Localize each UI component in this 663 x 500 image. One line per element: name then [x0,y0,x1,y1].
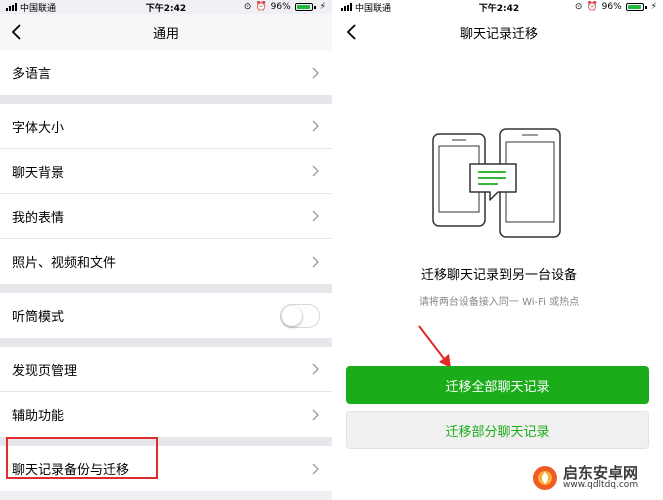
settings-row-chat-backup-migrate[interactable]: 聊天记录备份与迁移 [0,446,332,491]
settings-row-accessibility[interactable]: 辅助功能 [0,392,332,437]
page-title: 聊天记录迁移 [459,26,538,42]
settings-row-chat-background[interactable]: 聊天背景 [0,149,332,194]
watermark-url: www.qdltdq.com [563,480,639,491]
settings-group-discover: 发现页管理 辅助功能 [0,347,332,437]
signal-icon [6,3,17,11]
row-label: 字体大小 [12,120,65,136]
nav-bar: 通用 [0,14,332,50]
row-label: 发现页管理 [12,363,78,379]
page-title: 通用 [152,26,179,42]
phones-transfer-icon [432,128,561,238]
settings-row-my-stickers[interactable]: 我的表情 [0,194,332,239]
battery-icon [625,3,647,11]
row-label: 辅助功能 [12,409,65,424]
status-left: 中国联通 [341,1,451,14]
chevron-right-icon [312,409,319,420]
settings-row-language[interactable]: 多语言 [0,50,332,95]
chevron-right-icon [312,165,319,177]
row-label: 多语言 [12,67,52,82]
row-label: 我的表情 [12,210,65,226]
row-label: 聊天背景 [12,165,65,181]
status-time: 下午2:42 [145,3,187,14]
battery-icon [294,3,316,11]
group-gap [0,284,332,293]
settings-group-chat-backup: 聊天记录备份与迁移 [0,446,332,491]
migrate-subtitle: 请将两台设备接入同一 Wi-Fi 或热点 [418,297,580,308]
watermark-text: 启东安卓网 www.qdltdq.com [563,465,638,491]
status-time: 下午2:42 [478,3,520,14]
status-left: 中国联通 [6,1,116,14]
status-right: ⊙ ⏰ 96% ⚡ [547,2,657,12]
status-right: ⊙ ⏰ 96% ⚡ [216,2,326,12]
migrate-all-button[interactable]: 迁移全部聊天记录 [346,366,649,404]
chevron-right-icon [312,463,319,474]
status-bar: 中国联通 下午2:42 ⊙ ⏰ 96% ⚡ [335,0,663,14]
toggle-knob [282,305,302,326]
chevron-right-icon [312,210,319,222]
pointer-arrow-icon [418,325,451,368]
migrate-partial-button[interactable]: 迁移部分聊天记录 [346,411,649,449]
settings-group-display: 字体大小 聊天背景 我的表情 照片、视频和文件 [0,104,332,284]
group-gap [0,338,332,347]
settings-row-media-files[interactable]: 照片、视频和文件 [0,239,332,284]
settings-row-discover-management[interactable]: 发现页管理 [0,347,332,392]
row-label: 听筒模式 [12,310,65,325]
charging-icon: ⚡ [319,2,326,12]
row-label: 聊天记录备份与迁移 [12,463,130,478]
alarm-icon: ⏰ [255,2,267,12]
carrier-label: 中国联通 [20,3,57,14]
chevron-right-icon [312,256,319,267]
earpiece-mode-toggle[interactable] [280,303,320,328]
migrate-heading: 迁移聊天记录到另一台设备 [420,268,577,283]
watermark-name: 启东安卓网 [563,463,639,482]
battery-percent: 96% [601,2,622,12]
general-settings-screen: 中国联通 下午2:42 ⊙ ⏰ 96% ⚡ 通用 多语言 字体大小 聊天背景 我… [0,0,332,500]
group-gap [0,437,332,446]
watermark: 启东安卓网 www.qdltdq.com [531,456,663,500]
orientation-lock-icon: ⊙ [243,2,252,12]
chevron-right-icon [312,363,319,375]
settings-row-font-size[interactable]: 字体大小 [0,104,332,149]
chevron-right-icon [312,120,319,132]
chevron-right-icon [312,67,319,78]
settings-group-language: 多语言 [0,50,332,95]
back-icon[interactable] [345,23,361,41]
back-icon[interactable] [10,23,26,41]
settings-group-earpiece: 听筒模式 [0,293,332,338]
row-label: 照片、视频和文件 [12,256,117,271]
carrier-label: 中国联通 [355,3,392,14]
orientation-lock-icon: ⊙ [574,2,583,12]
group-gap [0,95,332,104]
alarm-icon: ⏰ [586,2,598,12]
chat-migration-screen: 中国联通 下午2:42 ⊙ ⏰ 96% ⚡ 聊天记录迁移 迁移聊天记录到另一台设… [335,0,663,500]
status-bar: 中国联通 下午2:42 ⊙ ⏰ 96% ⚡ [0,0,332,14]
charging-icon: ⚡ [650,2,657,12]
nav-bar: 聊天记录迁移 [335,14,663,50]
watermark-logo-icon [533,466,557,490]
page: 中国联通 下午2:42 ⊙ ⏰ 96% ⚡ 通用 多语言 字体大小 聊天背景 我… [0,0,663,500]
signal-icon [341,3,352,11]
battery-percent: 96% [270,2,291,12]
settings-row-earpiece-mode: 听筒模式 [0,293,332,338]
